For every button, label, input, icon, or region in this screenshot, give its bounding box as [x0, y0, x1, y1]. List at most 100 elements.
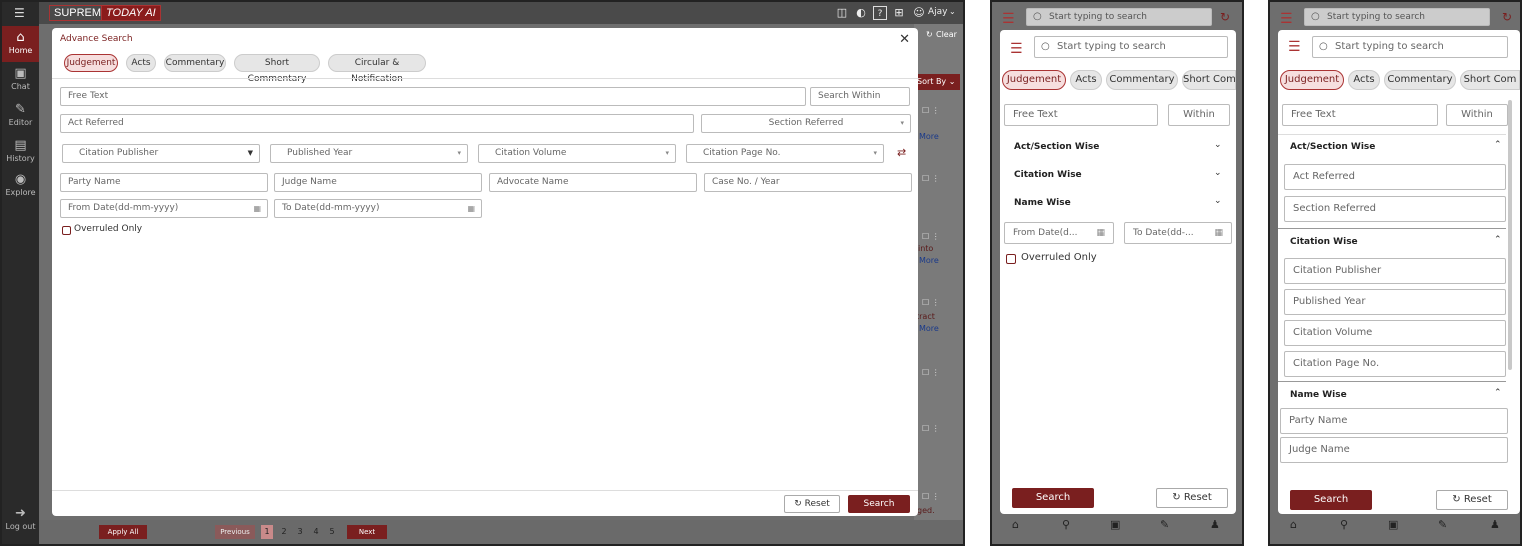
chevron-down-icon[interactable]: ⌄ [1214, 140, 1222, 150]
scrollbar[interactable] [1508, 100, 1512, 370]
search-icon[interactable]: ⚲ [1062, 518, 1070, 531]
citation-volume-input[interactable]: Citation Volume [1284, 320, 1506, 346]
chat-bubble-icon[interactable]: ◫ [835, 6, 849, 20]
page-4[interactable]: 4 [311, 525, 321, 539]
bookmark-icon[interactable]: ☐ ⋮ [922, 298, 940, 307]
advocate-name-input[interactable]: Advocate Name [489, 173, 697, 192]
citation-page-select[interactable]: Citation Page No. ▾ [686, 144, 884, 163]
act-referred-input[interactable]: Act Referred [60, 114, 694, 133]
overruled-checkbox[interactable] [62, 226, 71, 235]
act-referred-input[interactable]: Act Referred [1284, 164, 1506, 190]
citation-page-input[interactable]: Citation Page No. [1284, 351, 1506, 377]
tab-circular-notification[interactable]: Circular & Notification [328, 54, 426, 84]
act-section-wise-label[interactable]: Act/Section Wise [1290, 142, 1375, 152]
tab-commentary[interactable]: Commentary [1384, 70, 1456, 90]
section-referred-input[interactable]: Section Referred [1284, 196, 1506, 222]
nav-logout[interactable]: ➜ Log out [2, 502, 39, 538]
page-2[interactable]: 2 [279, 525, 289, 539]
tab-judgement[interactable]: Judgement [1002, 70, 1066, 90]
previous-page-button[interactable]: Previous [215, 525, 255, 539]
tab-acts[interactable]: Acts [1348, 70, 1380, 90]
refresh-icon[interactable]: ↻ [1220, 10, 1230, 24]
editor-icon[interactable]: ✎ [1160, 518, 1169, 531]
menu-icon[interactable]: ☰ [1010, 42, 1023, 56]
apply-all-button[interactable]: Apply All [99, 525, 147, 539]
refresh-icon[interactable]: ↻ [1502, 10, 1512, 24]
free-text-input[interactable]: Free Text [1282, 104, 1438, 126]
search-button[interactable]: Search [1012, 488, 1094, 508]
user-name[interactable]: Ajay [928, 7, 948, 17]
chevron-down-icon[interactable]: ⌄ [949, 7, 956, 16]
search-button[interactable]: Search [848, 495, 910, 513]
user-avatar-icon[interactable]: ☺ [912, 6, 926, 20]
citation-wise-label[interactable]: Citation Wise [1290, 237, 1358, 247]
nav-editor[interactable]: ✎ Editor [2, 98, 39, 134]
chevron-down-icon[interactable]: ⌄ [1214, 168, 1222, 178]
nav-chat[interactable]: ▣ Chat [2, 62, 39, 98]
party-name-input[interactable]: Party Name [1280, 408, 1508, 434]
free-text-input[interactable]: Free Text [60, 87, 806, 106]
page-1[interactable]: 1 [261, 525, 273, 539]
close-icon[interactable]: ✕ [899, 32, 910, 47]
bookmark-icon[interactable]: ☐ ⋮ [922, 492, 940, 501]
tab-acts[interactable]: Acts [126, 54, 156, 72]
tab-judgement[interactable]: Judgement [1280, 70, 1344, 90]
menu-icon[interactable]: ☰ [14, 6, 25, 20]
nav-explore[interactable]: ◉ Explore [2, 168, 39, 204]
name-wise-label[interactable]: Name Wise [1290, 390, 1347, 400]
translate-icon[interactable]: ⊞ [892, 6, 906, 20]
case-no-input[interactable]: Case No. / Year [704, 173, 912, 192]
chevron-up-icon[interactable]: ⌃ [1494, 235, 1502, 245]
calendar-icon[interactable]: ▦ [1096, 223, 1105, 243]
help-icon[interactable]: ? [873, 6, 887, 20]
bookmark-icon[interactable]: ☐ ⋮ [922, 232, 940, 241]
theme-toggle-icon[interactable]: ◐ [854, 6, 868, 20]
more-link[interactable]: More [919, 256, 939, 265]
reset-button[interactable]: ↻ Reset [1156, 488, 1228, 508]
user-icon[interactable]: ♟ [1490, 518, 1500, 531]
published-year-input[interactable]: Published Year [1284, 289, 1506, 315]
more-link[interactable]: More [919, 324, 939, 333]
tab-short-commentary[interactable]: Short Com [1460, 70, 1520, 90]
tab-judgement[interactable]: Judgement [64, 54, 118, 72]
nav-home[interactable]: ⌂ Home [2, 26, 39, 62]
next-page-button[interactable]: Next [347, 525, 387, 539]
citation-publisher-input[interactable]: Citation Publisher [1284, 258, 1506, 284]
refresh-icon[interactable]: ↻ [926, 30, 933, 39]
within-input[interactable]: Within [1446, 104, 1508, 126]
published-year-select[interactable]: Published Year ▾ [270, 144, 468, 163]
search-button[interactable]: Search [1290, 490, 1372, 510]
name-wise-label[interactable]: Name Wise [1014, 198, 1071, 208]
within-input[interactable]: Within [1168, 104, 1230, 126]
free-text-input[interactable]: Free Text [1004, 104, 1158, 126]
judge-name-input[interactable]: Judge Name [274, 173, 482, 192]
chat-icon[interactable]: ▣ [1388, 518, 1398, 531]
bookmark-icon[interactable]: ☐ ⋮ [922, 106, 940, 115]
chevron-up-icon[interactable]: ⌃ [1494, 388, 1502, 398]
editor-icon[interactable]: ✎ [1438, 518, 1447, 531]
chat-icon[interactable]: ▣ [1110, 518, 1120, 531]
sort-by-button[interactable]: Sort By ⌄ [914, 74, 960, 90]
page-3[interactable]: 3 [295, 525, 305, 539]
bookmark-icon[interactable]: ☐ ⋮ [922, 174, 940, 183]
calendar-icon[interactable]: ▦ [1214, 223, 1223, 243]
more-link[interactable]: More [919, 132, 939, 141]
calendar-icon[interactable]: ▦ [467, 200, 475, 217]
citation-volume-select[interactable]: Citation Volume ▾ [478, 144, 676, 163]
search-icon[interactable]: ⚲ [1340, 518, 1348, 531]
reset-button[interactable]: ↻ Reset [1436, 490, 1508, 510]
page-5[interactable]: 5 [327, 525, 337, 539]
bookmark-icon[interactable]: ☐ ⋮ [922, 424, 940, 433]
clear-button[interactable]: Clear [936, 30, 957, 39]
nav-history[interactable]: ▤ History [2, 134, 39, 170]
citation-wise-label[interactable]: Citation Wise [1014, 170, 1082, 180]
tab-short-commentary[interactable]: Short Commentary [234, 54, 320, 84]
section-referred-select[interactable]: Section Referred ▾ [701, 114, 911, 133]
user-icon[interactable]: ♟ [1210, 518, 1220, 531]
tab-short-commentary[interactable]: Short Com [1182, 70, 1236, 90]
to-date-input[interactable]: To Date(dd-... ▦ [1124, 222, 1232, 244]
home-icon[interactable]: ⌂ [1012, 518, 1019, 531]
tab-commentary[interactable]: Commentary [1106, 70, 1178, 90]
citation-publisher-select[interactable]: Citation Publisher ▼ [62, 144, 260, 163]
menu-icon[interactable]: ☰ [1288, 40, 1301, 54]
